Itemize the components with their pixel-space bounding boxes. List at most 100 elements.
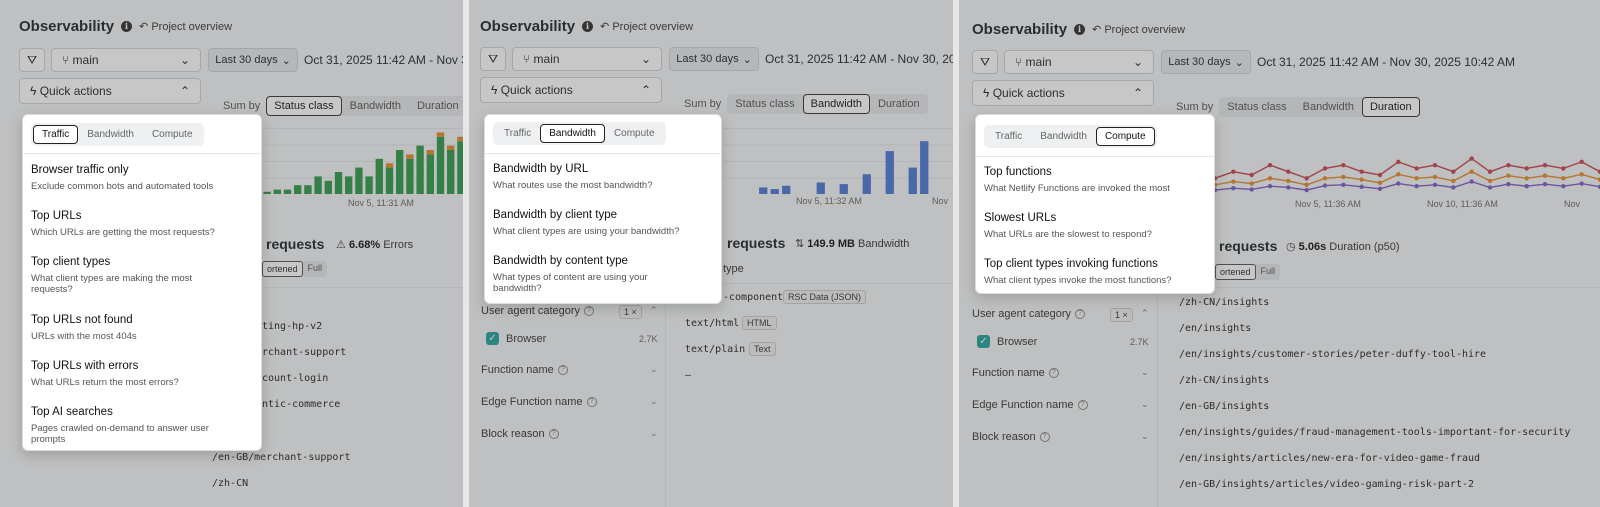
filter-function-name[interactable]: Function name? xyxy=(972,367,1059,379)
branch-select[interactable]: ⑂ main ⌄ xyxy=(512,47,662,71)
sum-by-label: Sum by xyxy=(223,100,261,112)
period-select[interactable]: Last 30 days ⌄ xyxy=(669,47,759,71)
chevron-down-icon[interactable]: ⌄ xyxy=(650,364,658,375)
table-row[interactable]: /en-GB/insights/articles/video-gaming-ri… xyxy=(1179,479,1474,490)
table-row[interactable]: /zh-CN/insights xyxy=(1179,297,1269,308)
chevron-down-icon[interactable]: ⌄ xyxy=(1141,431,1149,442)
chevron-down-icon: ⌄ xyxy=(1132,55,1143,69)
table-row[interactable]: -component xyxy=(723,292,783,303)
filter-button[interactable]: ⛛ xyxy=(480,47,506,71)
toggle-shortened[interactable]: ortened xyxy=(1215,264,1256,280)
project-overview-link[interactable]: ↶ Project overview xyxy=(139,20,232,33)
data-point xyxy=(1469,156,1474,161)
quick-actions-button[interactable]: ϟ Quick actions ⌃ xyxy=(19,78,201,104)
clock-icon: ◷ xyxy=(1286,241,1296,253)
menu-item-title: Bandwidth by content type xyxy=(493,255,628,267)
sum-by-duration[interactable]: Duration xyxy=(1361,97,1420,117)
sum-by-bandwidth[interactable]: Bandwidth xyxy=(802,94,870,114)
transfer-icon: ⇅ xyxy=(795,238,805,250)
date-range[interactable]: Oct 31, 2025 11:42 AM - Nov 30, 2025 11:… xyxy=(304,53,466,67)
sum-by-status-class[interactable]: Status class xyxy=(266,96,342,116)
tab-bandwidth[interactable]: Bandwidth xyxy=(540,124,605,143)
tab-compute[interactable]: Compute xyxy=(605,124,664,143)
branch-select[interactable]: ⑂ main ⌄ xyxy=(1004,50,1154,74)
chevron-up-icon[interactable]: ⌃ xyxy=(1141,308,1149,319)
tab-traffic[interactable]: Traffic xyxy=(495,124,540,143)
info-icon[interactable]: i xyxy=(1074,24,1086,35)
filter-edge-function-name[interactable]: Edge Function name? xyxy=(972,399,1088,411)
sum-by-bandwidth[interactable]: Bandwidth xyxy=(342,96,409,116)
chevron-down-icon[interactable]: ⌄ xyxy=(1141,367,1149,378)
sum-by-status-class[interactable]: Status class xyxy=(727,94,802,114)
table-row[interactable]: text/html xyxy=(685,318,739,329)
project-overview-link[interactable]: ↶ Project overview xyxy=(600,20,693,33)
browser-option[interactable]: Browser xyxy=(506,333,546,345)
filter-block-reason[interactable]: Block reason? xyxy=(481,428,559,440)
content-type-badge: Text xyxy=(749,342,776,356)
filter-user-agent-category[interactable]: User agent category? xyxy=(972,308,1086,320)
branch-select[interactable]: ⑂ main ⌄ xyxy=(51,48,201,72)
tab-traffic[interactable]: Traffic xyxy=(33,125,79,144)
table-row[interactable]: ntic-commerce xyxy=(262,399,340,410)
table-row[interactable]: /en/insights/customer-stories/peter-duff… xyxy=(1179,349,1486,360)
table-row[interactable]: /zh-CN/insights xyxy=(1179,375,1269,386)
data-point xyxy=(1451,185,1456,190)
project-overview-link[interactable]: ↶ Project overview xyxy=(1092,23,1185,36)
sum-by-duration[interactable]: Duration xyxy=(409,96,466,116)
filter-button[interactable]: ⛛ xyxy=(19,48,45,72)
table-row[interactable]: /zh-CN xyxy=(212,478,248,489)
data-point xyxy=(1359,184,1364,190)
quick-actions-button[interactable]: ϟ Quick actions ⌃ xyxy=(972,80,1154,106)
date-range[interactable]: Oct 31, 2025 11:42 AM - Nov 30, 2025 10:… xyxy=(1257,55,1515,69)
chevron-up-icon[interactable]: ⌃ xyxy=(650,305,658,316)
toggle-full[interactable]: Full xyxy=(1256,264,1281,280)
browser-option[interactable]: Browser xyxy=(997,336,1037,348)
toggle-shortened[interactable]: ortened xyxy=(262,261,303,277)
period-select[interactable]: Last 30 days ⌄ xyxy=(208,48,298,72)
sum-by-bandwidth[interactable]: Bandwidth xyxy=(1295,97,1362,117)
toggle-full[interactable]: Full xyxy=(303,261,328,277)
filter-edge-function-name[interactable]: Edge Function name? xyxy=(481,396,597,408)
table-row[interactable]: rchant-support xyxy=(262,347,346,358)
data-point xyxy=(1215,176,1218,181)
tab-bandwidth[interactable]: Bandwidth xyxy=(1031,127,1096,146)
filter-user-agent-category[interactable]: User agent category? xyxy=(481,305,595,317)
sum-by-status-class[interactable]: Status class xyxy=(1219,97,1294,117)
sidebar-divider xyxy=(665,286,666,507)
data-point xyxy=(1304,176,1309,181)
tab-traffic[interactable]: Traffic xyxy=(986,127,1031,146)
quick-actions-button[interactable]: ϟ Quick actions ⌃ xyxy=(480,77,662,103)
filter-button[interactable]: ⛛ xyxy=(972,50,998,74)
quick-actions-label: Quick actions xyxy=(39,84,112,98)
info-icon[interactable]: i xyxy=(582,21,594,32)
browser-checkbox[interactable]: ✓ xyxy=(486,332,499,345)
filter-function-name[interactable]: Function name? xyxy=(481,364,568,376)
table-row[interactable]: – xyxy=(685,370,691,381)
table-row[interactable]: /en/insights/articles/new-era-for-video-… xyxy=(1179,453,1480,464)
browser-checkbox[interactable]: ✓ xyxy=(977,335,990,348)
chevron-down-icon[interactable]: ⌄ xyxy=(650,428,658,439)
tab-compute[interactable]: Compute xyxy=(1095,127,1155,146)
chevron-down-icon[interactable]: ⌄ xyxy=(650,396,658,407)
table-row[interactable]: ting-hp-v2 xyxy=(262,321,322,332)
tab-bandwidth[interactable]: Bandwidth xyxy=(78,125,143,144)
table-row[interactable]: count-login xyxy=(262,373,328,384)
data-point xyxy=(1304,187,1309,193)
data-point xyxy=(1469,179,1474,184)
filter-count-badge[interactable]: 1 × xyxy=(619,305,642,319)
table-row[interactable]: /en/insights/guides/fraud-management-too… xyxy=(1179,427,1570,438)
table-row[interactable]: /en-GB/insights xyxy=(1179,401,1269,412)
info-icon[interactable]: i xyxy=(121,21,133,32)
table-row[interactable]: text/plain xyxy=(685,344,745,355)
table-row[interactable]: /en/insights xyxy=(1179,323,1251,334)
duration-unit: Duration (p50) xyxy=(1329,241,1400,253)
filter-block-reason[interactable]: Block reason? xyxy=(972,431,1050,443)
chart-bar xyxy=(396,150,404,194)
date-range[interactable]: Oct 31, 2025 11:42 AM - Nov 30, 2025 11:… xyxy=(765,52,953,66)
period-select[interactable]: Last 30 days ⌄ xyxy=(1161,50,1251,74)
filter-count-badge[interactable]: 1 × xyxy=(1110,308,1133,322)
sum-by-duration[interactable]: Duration xyxy=(870,94,928,114)
table-row[interactable]: /en-GB/merchant-support xyxy=(212,452,350,463)
chevron-down-icon[interactable]: ⌄ xyxy=(1141,399,1149,410)
tab-compute[interactable]: Compute xyxy=(143,125,202,144)
